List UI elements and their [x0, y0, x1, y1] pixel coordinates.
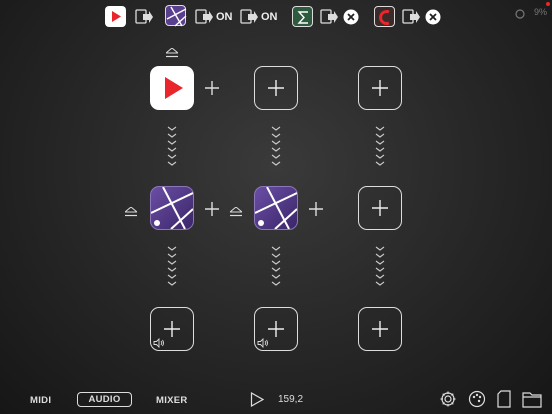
empty-slot[interactable] — [358, 186, 402, 230]
output-slot[interactable] — [150, 307, 194, 351]
play-icon[interactable] — [250, 391, 265, 412]
tab-audio[interactable]: AUDIO — [77, 392, 132, 407]
output-slot[interactable] — [254, 307, 298, 351]
tab-midi[interactable]: MIDI — [30, 395, 51, 406]
eject-icon[interactable] — [164, 45, 180, 58]
route-icon[interactable] — [240, 9, 258, 30]
purple-app-slot[interactable] — [254, 186, 298, 230]
route-icon[interactable] — [402, 9, 420, 30]
tempo-value[interactable]: 159,2 — [278, 394, 303, 405]
close-icon[interactable] — [343, 9, 359, 30]
chevron-down-icon — [167, 246, 177, 286]
battery-level: 9% — [534, 7, 548, 17]
chevron-down-icon — [271, 126, 281, 166]
palette-icon[interactable] — [468, 390, 486, 413]
chevron-down-icon — [167, 126, 177, 166]
route-icon[interactable] — [195, 9, 213, 30]
sum-app-icon[interactable] — [292, 6, 313, 27]
document-icon[interactable] — [496, 390, 512, 413]
route-icon[interactable] — [320, 9, 338, 30]
tab-mixer[interactable]: MIXER — [156, 395, 188, 406]
youtube-app-icon[interactable] — [105, 6, 126, 27]
red-app-icon[interactable] — [374, 6, 395, 27]
empty-slot[interactable] — [254, 66, 298, 110]
empty-slot[interactable] — [358, 66, 402, 110]
empty-slot[interactable] — [358, 307, 402, 351]
add-effect-plus-icon[interactable] — [205, 81, 219, 95]
add-effect-plus-icon[interactable] — [205, 202, 219, 216]
on-toggle-1[interactable]: ON — [216, 11, 233, 23]
on-toggle-2[interactable]: ON — [261, 11, 278, 23]
folder-icon[interactable] — [522, 390, 542, 413]
speaker-icon — [257, 338, 268, 348]
chevron-down-icon — [271, 246, 281, 286]
settings-gear-icon[interactable] — [439, 390, 457, 413]
purple-app-slot[interactable] — [150, 186, 194, 230]
chevron-down-icon — [375, 246, 385, 286]
add-effect-plus-icon[interactable] — [309, 202, 323, 216]
recording-dot — [546, 2, 550, 6]
eject-icon[interactable] — [228, 204, 244, 217]
route-icon[interactable] — [135, 9, 153, 30]
chevron-down-icon — [375, 126, 385, 166]
speaker-icon — [153, 338, 164, 348]
youtube-app-slot[interactable] — [150, 66, 194, 110]
eject-icon[interactable] — [123, 204, 139, 217]
purple-app-icon[interactable] — [165, 5, 187, 27]
cpu-icon — [515, 6, 525, 24]
close-icon[interactable] — [425, 9, 441, 30]
